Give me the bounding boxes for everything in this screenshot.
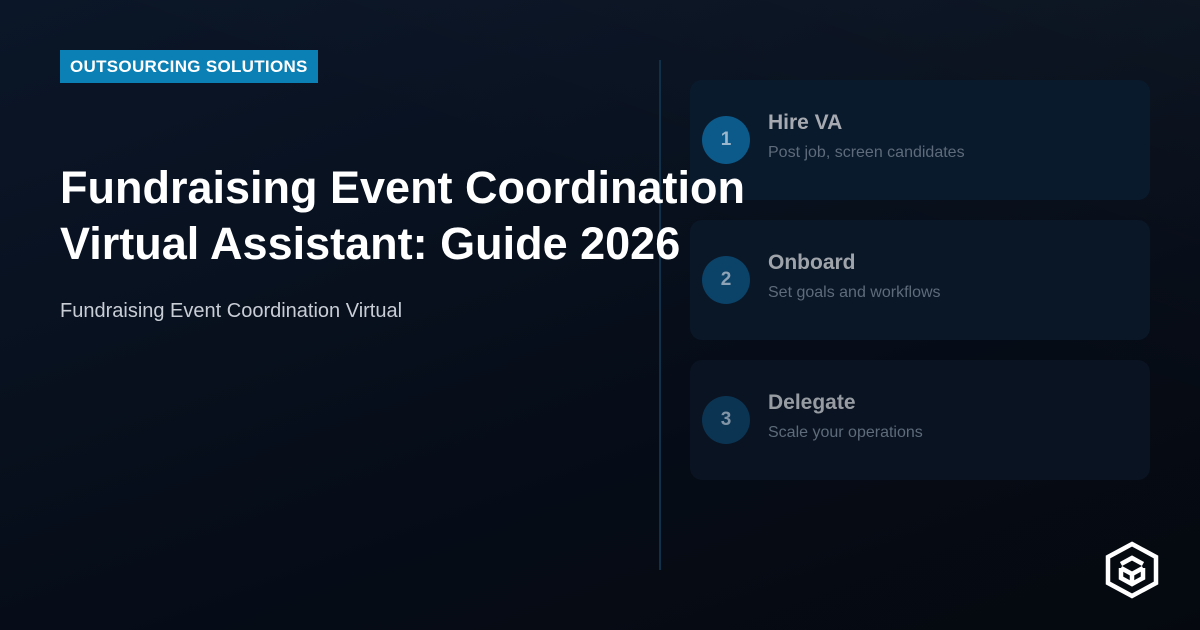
page-title-line-1: Fundraising Event Coordination [60, 162, 745, 213]
step-title-1: Hire VA [768, 111, 843, 134]
steps-list: 1 Hire VA Post job, screen candidates 2 … [690, 80, 1150, 500]
page-title-line-2: Virtual Assistant: Guide 2026 [60, 218, 681, 269]
vertical-divider [659, 60, 661, 570]
step-description-3: Scale your operations [768, 424, 923, 441]
category-badge: OUTSOURCING SOLUTIONS [60, 50, 318, 83]
step-number-1: 1 [702, 116, 750, 164]
hexagon-cube-icon [1104, 540, 1160, 600]
page-title: Fundraising Event Coordination Virtual A… [60, 160, 820, 272]
category-badge-label: OUTSOURCING SOLUTIONS [70, 56, 308, 76]
step-number-3: 3 [702, 396, 750, 444]
step-card-delegate: 3 Delegate Scale your operations [690, 360, 1150, 480]
step-title-3: Delegate [768, 391, 856, 414]
step-description-2: Set goals and workflows [768, 284, 941, 301]
page-subtitle: Fundraising Event Coordination Virtual [60, 300, 403, 322]
